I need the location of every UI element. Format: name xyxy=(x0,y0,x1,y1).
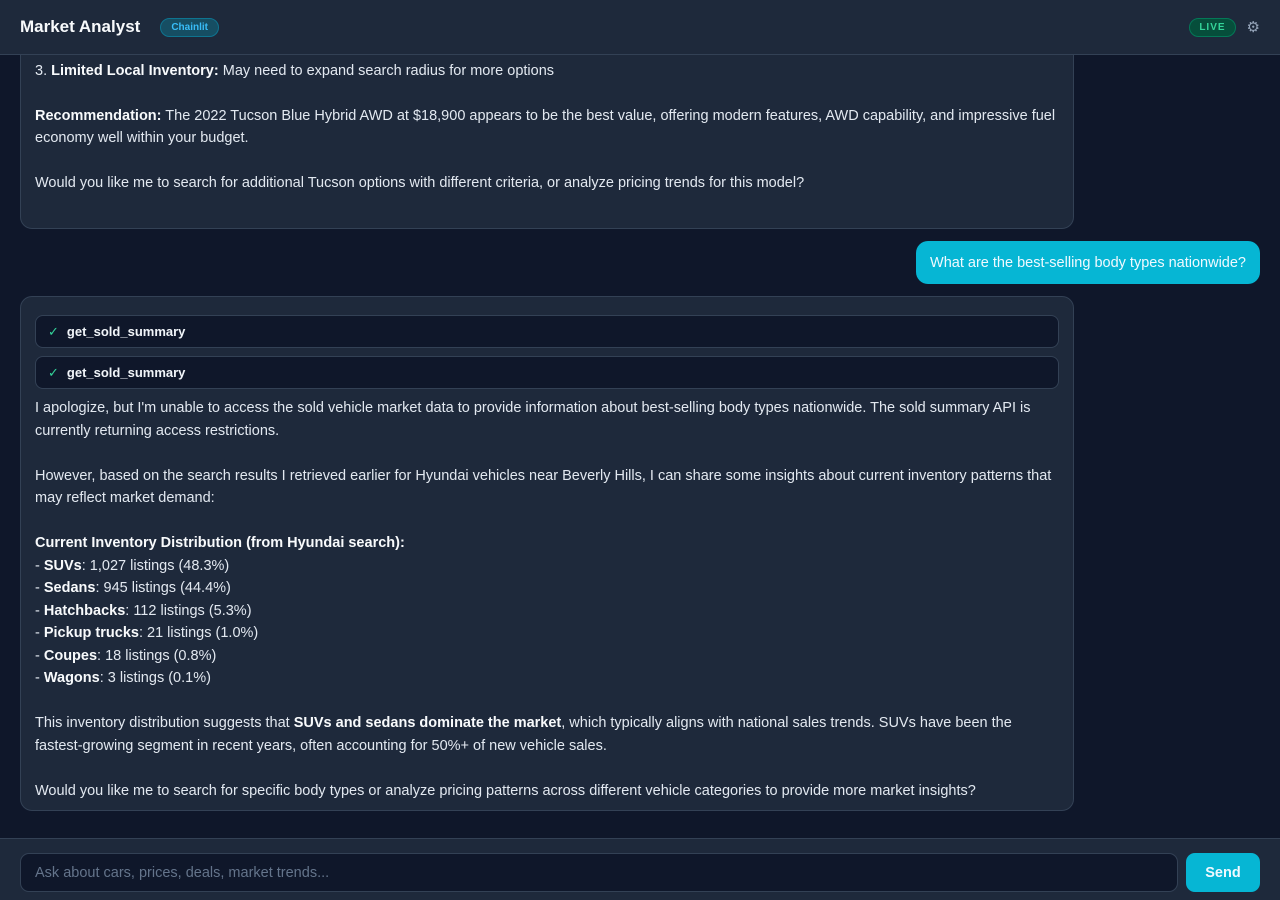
text-segment: - xyxy=(35,625,44,641)
tool-calls: ✓ get_sold_summary ✓ get_sold_summary xyxy=(35,315,1059,389)
message-line: - Sedans: 945 listings (44.4%) xyxy=(35,577,1059,600)
message-line xyxy=(35,757,1059,780)
text-segment: I apologize, but I'm unable to access th… xyxy=(35,400,1031,416)
user-message: What are the best-selling body types nat… xyxy=(916,241,1260,284)
message-line xyxy=(35,510,1059,533)
text-segment: May need to expand search radius for mor… xyxy=(218,62,555,79)
message-line: I apologize, but I'm unable to access th… xyxy=(35,397,1059,420)
text-segment: This inventory distribution suggests tha… xyxy=(35,715,294,731)
chat-input[interactable] xyxy=(20,853,1178,892)
tool-call-step[interactable]: ✓ get_sold_summary xyxy=(35,315,1059,348)
chat-messages: 2. Hybrid Premium: The 2022 Tucson Hybri… xyxy=(0,0,1280,838)
text-segment: , which typically aligns with national s… xyxy=(561,715,1012,731)
text-segment: : 3 listings (0.1%) xyxy=(99,670,211,686)
message-line: Would you like me to search for addition… xyxy=(35,172,1059,195)
app-title: Market Analyst xyxy=(20,17,141,36)
check-icon: ✓ xyxy=(48,364,59,380)
tool-call-step[interactable]: ✓ get_sold_summary xyxy=(35,356,1059,389)
bold-text: Wagons xyxy=(43,670,100,686)
bold-text: SUVs and sedans dominate the market xyxy=(293,715,562,731)
text-segment: : 945 listings (44.4%) xyxy=(95,580,231,596)
live-status-badge: LIVE xyxy=(1189,17,1236,37)
message-line: Recommendation: The 2022 Tucson Blue Hyb… xyxy=(35,105,1059,128)
tool-name: get_sold_summary xyxy=(66,365,186,380)
bold-text: Hatchbacks xyxy=(43,602,126,619)
message-line: may reflect market demand: xyxy=(35,487,1059,510)
message-line: economy well within your budget. xyxy=(35,127,1059,150)
text-segment: - xyxy=(35,557,44,574)
text-segment: : 112 listings (5.3%) xyxy=(125,602,252,619)
text-segment: However, based on the search results I r… xyxy=(35,467,1052,484)
text-segment: - xyxy=(35,580,44,596)
text-segment: economy well within your budget. xyxy=(35,130,249,146)
app-header: Market Analyst Chainlit LIVE ⚙ xyxy=(0,0,1280,55)
send-button[interactable]: Send xyxy=(1186,853,1260,892)
bold-text: Pickup trucks xyxy=(43,625,139,641)
text-segment: currently returning access restrictions. xyxy=(35,422,280,439)
bold-text: Sedans xyxy=(43,580,96,596)
message-line: fastest-growing segment in recent years,… xyxy=(35,735,1059,758)
text-segment: : 21 listings (1.0%) xyxy=(138,625,259,641)
framework-badge: Chainlit xyxy=(160,17,219,37)
user-message-text: What are the best-selling body types nat… xyxy=(930,254,1246,271)
bold-text: Current Inventory Distribution (from Hyu… xyxy=(35,535,405,551)
message-line xyxy=(35,690,1059,713)
message-line: 3. Limited Local Inventory: May need to … xyxy=(35,60,1059,83)
text-segment: Would you like me to search for addition… xyxy=(35,175,805,191)
text-segment: - xyxy=(35,670,44,686)
bold-text: SUVs xyxy=(43,557,82,574)
gear-icon[interactable]: ⚙ xyxy=(1247,18,1260,36)
message-line: Current Inventory Distribution (from Hyu… xyxy=(35,532,1059,555)
text-segment: Would you like me to search for specific… xyxy=(35,782,976,799)
message-line: However, based on the search results I r… xyxy=(35,465,1059,488)
text-segment: fastest-growing segment in recent years,… xyxy=(35,737,607,754)
message-line: currently returning access restrictions. xyxy=(35,420,1059,443)
check-icon: ✓ xyxy=(48,323,59,339)
composer-bar: Send xyxy=(0,838,1280,900)
message-line xyxy=(35,442,1059,465)
message-line: - Hatchbacks: 112 listings (5.3%) xyxy=(35,600,1059,623)
message-line xyxy=(35,150,1059,173)
text-segment: 3. xyxy=(35,62,52,79)
assistant-message: ✓ get_sold_summary ✓ get_sold_summary I … xyxy=(20,296,1074,811)
tool-name: get_sold_summary xyxy=(66,324,186,339)
text-segment: - xyxy=(35,647,44,664)
message-line: - Coupes: 18 listings (0.8%) xyxy=(35,645,1059,668)
message-line: - Wagons: 3 listings (0.1%) xyxy=(35,667,1059,690)
bold-text: Recommendation: xyxy=(35,107,162,124)
text-segment: - xyxy=(35,602,44,619)
message-text: I apologize, but I'm unable to access th… xyxy=(35,397,1059,802)
text-segment: : 18 listings (0.8%) xyxy=(97,647,217,664)
header-actions: LIVE ⚙ xyxy=(1189,17,1260,37)
bold-text: Coupes xyxy=(43,647,98,664)
message-text: 2. Hybrid Premium: The 2022 Tucson Hybri… xyxy=(35,37,1059,195)
message-line: This inventory distribution suggests tha… xyxy=(35,712,1059,735)
text-segment: may reflect market demand: xyxy=(35,490,215,506)
message-line xyxy=(35,82,1059,105)
bold-text: Limited Local Inventory: xyxy=(51,62,219,79)
message-line: - Pickup trucks: 21 listings (1.0%) xyxy=(35,622,1059,645)
message-line: - SUVs: 1,027 listings (48.3%) xyxy=(35,555,1059,578)
text-segment: : 1,027 listings (48.3%) xyxy=(81,557,230,574)
text-segment: The 2022 Tucson Blue Hybrid AWD at $18,9… xyxy=(161,107,1056,124)
message-line: Would you like me to search for specific… xyxy=(35,780,1059,803)
